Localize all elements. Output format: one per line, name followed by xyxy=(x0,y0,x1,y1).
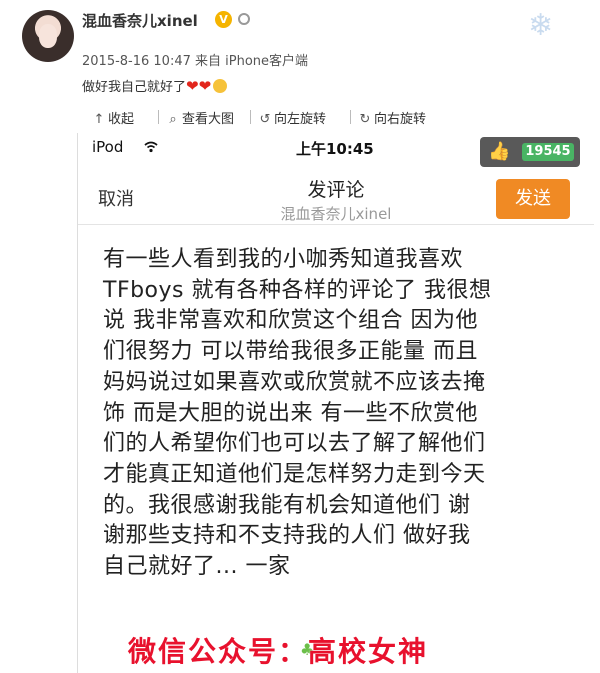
post-date[interactable]: 2015-8-16 10:47 xyxy=(82,54,191,69)
comment-line: 才能真正知道他们是怎样努力走到今天 xyxy=(103,461,486,487)
member-level-icon xyxy=(238,13,250,25)
rotate-right-icon: ↻ xyxy=(359,112,371,127)
toolbar-divider xyxy=(250,110,251,124)
comment-line: 饰 而是大胆的说出来 有一些不欣赏他 xyxy=(103,400,478,426)
status-text: 做好我自己就好了 xyxy=(82,80,187,95)
weibo-post-header: 混血香奈儿xinel V 2015-8-16 10:47 来自 iPhone客户… xyxy=(0,0,600,100)
rotate-left-button[interactable]: ↺ 向左旋转 xyxy=(258,108,326,127)
comment-line: TFboys 就有各种各样的评论了 我很想 xyxy=(103,277,492,303)
like-badge[interactable]: 👍 19545 xyxy=(480,137,580,167)
arrow-up-icon: ↑ xyxy=(93,112,105,127)
view-large-button[interactable]: ⌕ 查看大图 xyxy=(166,108,234,127)
magnifier-icon: ⌕ xyxy=(169,112,177,127)
carrier-label: iPod xyxy=(92,138,124,156)
send-button[interactable]: 发送 xyxy=(496,179,570,219)
toolbar-divider xyxy=(158,110,159,124)
thumbs-up-icon: 👍 xyxy=(488,141,511,162)
comment-line: 妈妈说过如果喜欢或欣赏就不应该去掩 xyxy=(103,369,486,395)
comment-line: 们很努力 可以带给我很多正能量 而且 xyxy=(103,339,478,365)
heart-emoji-icon: ❤❤ xyxy=(186,77,212,95)
comment-line: 自己就好了... 一家 xyxy=(103,554,291,580)
view-large-label: 查看大图 xyxy=(182,112,235,127)
comment-line: 的。我很感谢我能有机会知道他们 谢 xyxy=(103,492,471,518)
collapse-button[interactable]: ↑ 收起 xyxy=(92,108,134,127)
status-time: 上午10:45 xyxy=(296,140,374,158)
comment-line: 们的人希望你们也可以去了解了解他们 xyxy=(103,431,486,457)
snowflake-decoration-icon: ❄ xyxy=(528,8,554,43)
comment-line: 说 我非常喜欢和欣赏这个组合 因为他 xyxy=(103,308,478,334)
post-source: 来自 iPhone客户端 xyxy=(195,54,309,69)
wifi-icon xyxy=(144,141,158,153)
rotate-right-label: 向右旋转 xyxy=(374,112,427,127)
watermark: 微信公众号：高校女神 xyxy=(128,635,429,668)
post-meta: 2015-8-16 10:47 来自 iPhone客户端 xyxy=(82,50,308,69)
rotate-left-icon: ↺ xyxy=(259,112,271,127)
compose-nav-bar: 取消 发评论 混血香奈儿xinel 发送 xyxy=(78,167,594,225)
comment-text-area[interactable]: 有一些人看到我的小咖秀知道我喜欢 TFboys 就有各种各样的评论了 我很想 说… xyxy=(103,245,573,583)
rotate-left-label: 向左旋转 xyxy=(274,112,327,127)
comment-line: 有一些人看到我的小咖秀知道我喜欢 xyxy=(103,247,464,272)
comment-line: 谢那些支持和不支持我的人们 做好我 xyxy=(103,523,471,549)
collapse-label: 收起 xyxy=(108,112,135,127)
smile-emoji-icon xyxy=(213,79,228,93)
avatar[interactable] xyxy=(22,10,74,62)
author-name[interactable]: 混血香奈儿xinel xyxy=(82,10,198,31)
rotate-right-button[interactable]: ↻ 向右旋转 xyxy=(358,108,426,127)
like-count: 19545 xyxy=(522,143,574,161)
toolbar-divider xyxy=(350,110,351,124)
verified-badge-icon: V xyxy=(215,11,232,28)
post-status-text: 做好我自己就好了❤❤ xyxy=(82,76,228,95)
